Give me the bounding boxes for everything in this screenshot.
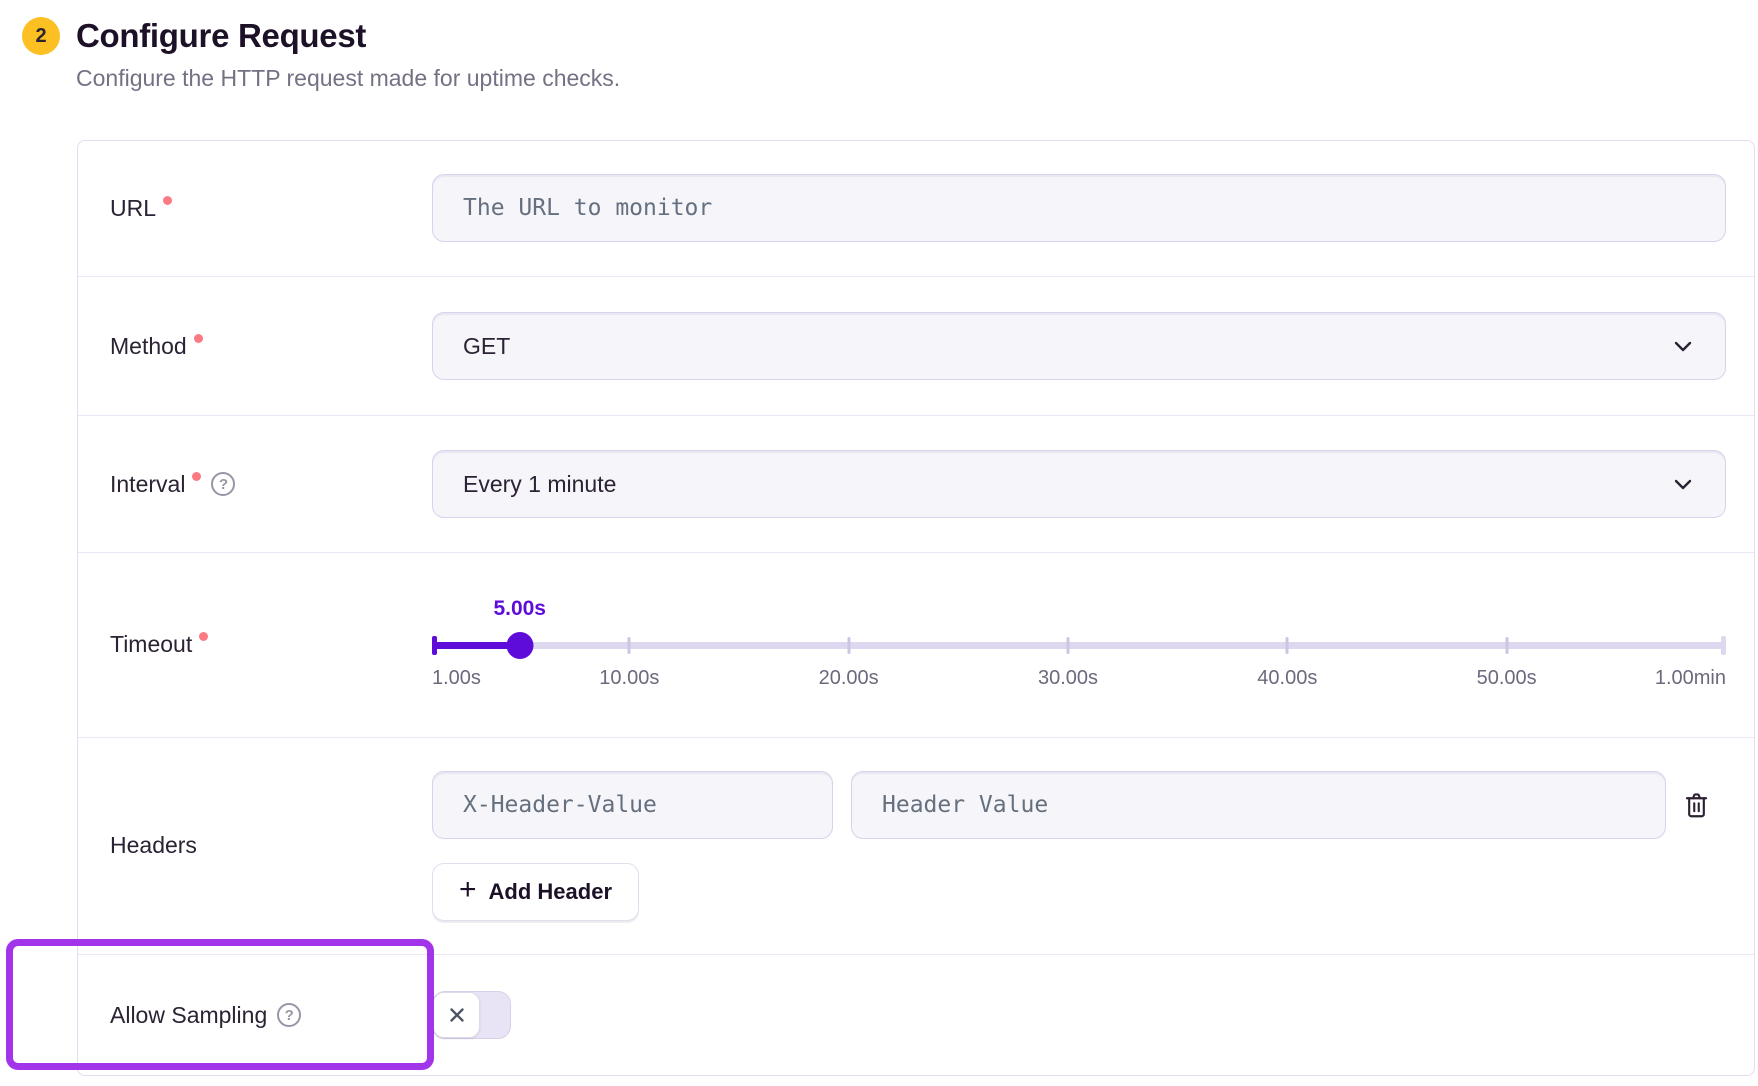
slider-tick: [847, 637, 850, 654]
slider-thumb[interactable]: [506, 632, 533, 659]
tick-label: 50.00s: [1477, 667, 1537, 690]
allow-sampling-label-col: Allow Sampling ?: [110, 1002, 432, 1029]
required-indicator: [194, 334, 203, 343]
allow-sampling-row: Allow Sampling ?: [78, 954, 1754, 1075]
timeout-field-col: 5.00s 1.00s 1: [432, 597, 1726, 693]
delete-header-button[interactable]: [1679, 786, 1714, 824]
url-input[interactable]: [432, 174, 1726, 242]
method-label-col: Method: [110, 333, 432, 360]
plus-icon: +: [459, 875, 477, 905]
question-mark-icon[interactable]: ?: [277, 1003, 301, 1027]
slider-tick: [628, 637, 631, 654]
chevron-down-icon: [1671, 472, 1695, 496]
trash-icon: [1683, 790, 1710, 820]
tick-label: 20.00s: [819, 667, 879, 690]
tick-label: 40.00s: [1257, 667, 1317, 690]
timeout-slider: 5.00s 1.00s 1: [432, 597, 1726, 693]
page-subtitle: Configure the HTTP request made for upti…: [76, 65, 620, 92]
slider-endcap-right: [1721, 636, 1726, 655]
tick-label: 1.00min: [1655, 667, 1726, 690]
required-indicator: [199, 632, 208, 641]
required-indicator: [163, 196, 172, 205]
url-label: URL: [110, 195, 156, 222]
allow-sampling-field-col: [432, 991, 1726, 1039]
header-value-input[interactable]: [851, 771, 1666, 839]
interval-field-col: Every 1 minute: [432, 450, 1726, 518]
header-entry-row: [432, 771, 1726, 839]
required-indicator: [192, 472, 201, 481]
question-mark-icon[interactable]: ?: [211, 472, 235, 496]
url-field-col: [432, 174, 1726, 242]
slider-tick: [1505, 637, 1508, 654]
page-title: Configure Request: [76, 15, 620, 58]
slider-endcap-left: [432, 636, 437, 655]
step-titles: Configure Request Configure the HTTP req…: [76, 15, 620, 92]
configure-request-page: 2 Configure Request Configure the HTTP r…: [0, 0, 1758, 1086]
method-label: Method: [110, 333, 187, 360]
headers-label: Headers: [110, 832, 197, 859]
headers-label-col: Headers: [110, 832, 432, 859]
headers-row: Headers: [78, 737, 1754, 955]
chevron-down-icon: [1671, 334, 1695, 358]
method-field-col: GET: [432, 312, 1726, 380]
trash-cell: [1666, 786, 1726, 824]
timeout-label-col: Timeout: [110, 631, 432, 658]
headers-field-col: + Add Header: [432, 771, 1726, 921]
headers-block: + Add Header: [432, 771, 1726, 921]
timeout-slider-track-area[interactable]: [432, 633, 1726, 657]
toggle-knob: [433, 992, 480, 1038]
method-row: Method GET: [78, 276, 1754, 416]
interval-select[interactable]: Every 1 minute: [432, 450, 1726, 518]
tick-label: 30.00s: [1038, 667, 1098, 690]
tick-label: 10.00s: [599, 667, 659, 690]
request-config-panel: URL Method GET: [77, 140, 1755, 1076]
timeout-label: Timeout: [110, 631, 192, 658]
allow-sampling-label: Allow Sampling: [110, 1002, 267, 1029]
interval-select-value: Every 1 minute: [463, 471, 616, 498]
step-header: 2 Configure Request Configure the HTTP r…: [22, 15, 620, 92]
x-mark-icon: [447, 1005, 467, 1025]
slider-track: [432, 642, 1726, 649]
slider-tick: [1067, 637, 1070, 654]
url-row: URL: [78, 141, 1754, 276]
method-select-value: GET: [463, 333, 510, 360]
timeout-current-value: 5.00s: [493, 597, 546, 621]
method-select[interactable]: GET: [432, 312, 1726, 380]
step-number-badge: 2: [22, 17, 60, 55]
interval-label: Interval: [110, 471, 185, 498]
add-header-button[interactable]: + Add Header: [432, 863, 639, 921]
slider-tick-labels: 1.00s 10.00s 20.00s 30.00s 40.00s 50.00s…: [432, 667, 1726, 693]
tick-label: 1.00s: [432, 667, 481, 690]
interval-label-col: Interval ?: [110, 471, 432, 498]
timeout-row: Timeout 5.00s: [78, 552, 1754, 737]
slider-tick: [1286, 637, 1289, 654]
header-name-input[interactable]: [432, 771, 833, 839]
url-label-col: URL: [110, 195, 432, 222]
add-header-label: Add Header: [489, 879, 612, 905]
interval-row: Interval ? Every 1 minute: [78, 415, 1754, 552]
allow-sampling-toggle[interactable]: [432, 991, 511, 1039]
